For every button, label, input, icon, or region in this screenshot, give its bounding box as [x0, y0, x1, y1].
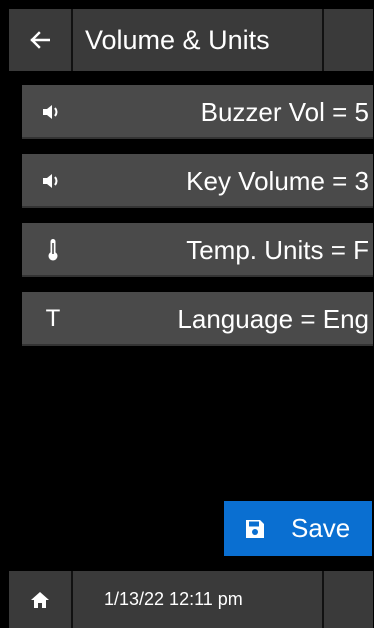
header-right-panel	[324, 9, 373, 71]
setting-row-language[interactable]: T Language = Eng	[22, 292, 373, 346]
page-title: Volume & Units	[85, 25, 270, 55]
setting-row-buzzer-volume[interactable]: Buzzer Vol = 5	[22, 85, 373, 139]
home-icon	[31, 591, 49, 608]
footer-divider	[322, 571, 324, 628]
footer-bar: 1/13/22 12:11 pm	[9, 571, 373, 628]
thermometer-icon	[38, 223, 68, 277]
home-button[interactable]	[9, 571, 71, 628]
setting-row-key-volume[interactable]: Key Volume = 3	[22, 154, 373, 208]
speaker-icon	[38, 154, 68, 208]
setting-label: Buzzer Vol = 5	[200, 97, 369, 127]
text-icon: T	[45, 305, 61, 332]
setting-label: Language = Eng	[177, 304, 369, 334]
arrow-left-icon	[30, 31, 50, 49]
setting-row-temp-units[interactable]: Temp. Units = F	[22, 223, 373, 277]
screen: Volume & Units Buzzer Vol = 5 Key Volume…	[9, 9, 373, 628]
floppy-disk-icon	[246, 520, 264, 538]
setting-label: Key Volume = 3	[186, 166, 369, 196]
datetime-display: 1/13/22 12:11 pm	[104, 589, 243, 609]
header-divider	[71, 9, 73, 71]
save-label: Save	[291, 513, 351, 543]
save-button[interactable]: Save	[224, 501, 372, 556]
footer-divider	[71, 571, 73, 628]
speaker-icon	[38, 85, 68, 139]
setting-label: Temp. Units = F	[186, 235, 369, 265]
back-button[interactable]	[9, 9, 71, 71]
header-bar: Volume & Units	[9, 9, 373, 71]
